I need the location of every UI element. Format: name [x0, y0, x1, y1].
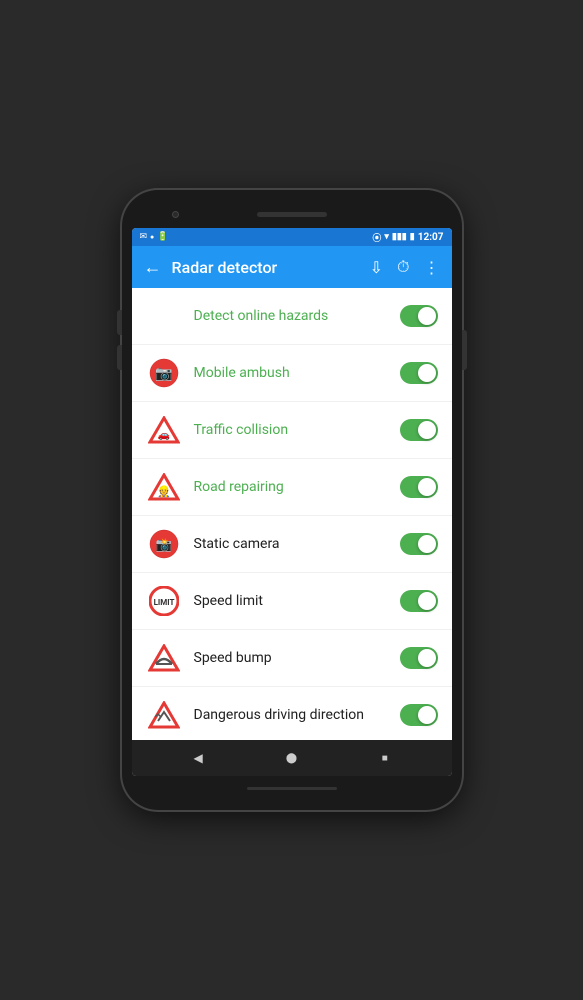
status-left-icons: ✉ ● 🔋 [140, 232, 169, 242]
app-bar-actions: ⇩ ⏱ ⋮ [370, 257, 440, 277]
settings-list: Detect online hazards 📷 Mobile ambush [132, 288, 452, 740]
dangerous-driving-icon [146, 697, 182, 733]
download-icon[interactable]: ⇩ [370, 258, 383, 277]
back-nav-button[interactable]: ◀ [186, 746, 210, 770]
list-item-mobile-ambush[interactable]: 📷 Mobile ambush [132, 345, 452, 402]
email-icon: ✉ [140, 232, 148, 242]
front-camera [172, 211, 179, 218]
power-button[interactable] [462, 330, 467, 370]
battery-icon: ▮ [410, 232, 415, 242]
app-bar-title: Radar detector [172, 258, 360, 277]
back-button[interactable]: ← [144, 257, 162, 278]
recent-nav-button[interactable]: ■ [373, 746, 397, 770]
svg-text:🚗: 🚗 [157, 430, 169, 441]
traffic-collision-label: Traffic collision [194, 422, 400, 438]
screen: ✉ ● 🔋 ⦿ ▾ ▮▮▮ ▮ 12:07 ← Radar detector ⇩… [132, 228, 452, 776]
static-camera-toggle[interactable] [400, 533, 438, 555]
battery-saver-icon: 🔋 [157, 232, 168, 242]
history-icon[interactable]: ⏱ [397, 257, 409, 277]
traffic-collision-toggle[interactable] [400, 419, 438, 441]
time-display: 12:07 [418, 232, 444, 243]
road-repairing-toggle[interactable] [400, 476, 438, 498]
mobile-ambush-icon: 📷 [146, 355, 182, 391]
svg-text:📸: 📸 [155, 538, 171, 553]
road-repairing-label: Road repairing [194, 479, 400, 495]
wifi-icon: ▾ [384, 232, 389, 242]
phone-top-bar [132, 204, 452, 224]
location-icon: ⦿ [372, 231, 381, 244]
earpiece [257, 212, 327, 217]
speed-limit-icon: LIMIT [146, 583, 182, 619]
static-camera-label: Static camera [194, 536, 400, 552]
online-hazards-toggle[interactable] [400, 305, 438, 327]
bottom-navigation: ◀ ⬤ ■ [132, 740, 452, 776]
phone-bottom-bar [132, 780, 452, 796]
speed-bump-toggle[interactable] [400, 647, 438, 669]
svg-text:LIMIT: LIMIT [153, 598, 174, 607]
speed-limit-label: Speed limit [194, 593, 400, 609]
status-right-icons: ⦿ ▾ ▮▮▮ ▮ 12:07 [372, 231, 443, 244]
list-item-speed-bump[interactable]: Speed bump [132, 630, 452, 687]
list-item-road-repairing[interactable]: 👷 Road repairing [132, 459, 452, 516]
static-camera-icon: 📸 [146, 526, 182, 562]
traffic-collision-icon: 🚗 [146, 412, 182, 448]
speed-bump-icon [146, 640, 182, 676]
list-item-dangerous-driving[interactable]: Dangerous driving direction [132, 687, 452, 740]
svg-text:📷: 📷 [155, 366, 172, 382]
status-bar: ✉ ● 🔋 ⦿ ▾ ▮▮▮ ▮ 12:07 [132, 228, 452, 246]
home-nav-button[interactable]: ⬤ [279, 746, 303, 770]
svg-text:👷: 👷 [157, 485, 171, 498]
dangerous-driving-toggle[interactable] [400, 704, 438, 726]
signal-icon: ▮▮▮ [392, 232, 407, 242]
phone-device: ✉ ● 🔋 ⦿ ▾ ▮▮▮ ▮ 12:07 ← Radar detector ⇩… [122, 190, 462, 810]
volume-up-button[interactable] [117, 310, 122, 335]
volume-down-button[interactable] [117, 345, 122, 370]
online-hazards-icon-placeholder [146, 298, 182, 334]
mobile-ambush-label: Mobile ambush [194, 365, 400, 381]
app-bar: ← Radar detector ⇩ ⏱ ⋮ [132, 246, 452, 288]
online-hazards-label: Detect online hazards [194, 308, 400, 324]
dot-icon: ● [150, 233, 154, 241]
mobile-ambush-toggle[interactable] [400, 362, 438, 384]
dangerous-driving-label: Dangerous driving direction [194, 707, 400, 723]
list-item-traffic-collision[interactable]: 🚗 Traffic collision [132, 402, 452, 459]
road-repairing-icon: 👷 [146, 469, 182, 505]
more-options-icon[interactable]: ⋮ [424, 258, 440, 277]
bottom-ridge [247, 787, 337, 790]
list-item-speed-limit[interactable]: LIMIT Speed limit [132, 573, 452, 630]
speed-bump-label: Speed bump [194, 650, 400, 666]
list-item-online-hazards[interactable]: Detect online hazards [132, 288, 452, 345]
speed-limit-toggle[interactable] [400, 590, 438, 612]
list-item-static-camera[interactable]: 📸 Static camera [132, 516, 452, 573]
